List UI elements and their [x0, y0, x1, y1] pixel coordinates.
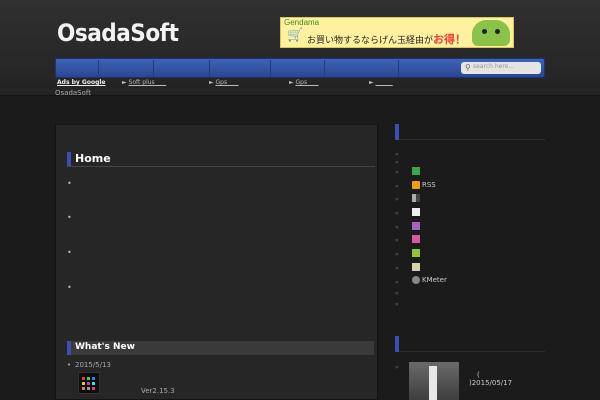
mascot-eye	[482, 29, 487, 34]
banner-text: お買い物するならげん玉経由がお得！	[307, 31, 466, 47]
nav-divider	[153, 60, 154, 77]
sidebar-bullet: »	[395, 364, 399, 371]
rss-icon	[412, 181, 420, 189]
whats-new-heading: What's New	[67, 341, 374, 355]
app-icon	[412, 249, 420, 257]
nav-divider	[324, 60, 325, 77]
app-icon	[412, 194, 420, 202]
sidebar-bullet: »	[395, 183, 399, 190]
sidebar-bullet: »	[395, 265, 399, 272]
sidebar-item-app[interactable]	[412, 249, 422, 259]
nav-divider	[98, 60, 99, 77]
sidebar-bullet: »	[395, 279, 399, 286]
list-item-bullet: •	[67, 179, 72, 188]
subnav-link[interactable]: Ads by Google	[57, 79, 105, 86]
sidebar-item-app[interactable]	[412, 235, 422, 245]
search-icon: ⚲	[465, 63, 471, 72]
cart-icon: 🛒	[287, 28, 304, 43]
subnav-link[interactable]: Gps	[216, 79, 228, 86]
subnav-link[interactable]: Soft plus	[129, 79, 155, 86]
banner-text-deal: お得！	[433, 34, 467, 46]
banner-text-main: お買い物するならげん玉経由が	[307, 35, 434, 45]
android-mascot-icon	[472, 20, 510, 46]
sidebar-bullet: »	[395, 210, 399, 217]
sidebar-bullet: »	[395, 151, 399, 158]
whats-new-title: What's New	[75, 342, 135, 352]
sidebar-bullet: »	[395, 237, 399, 244]
app-icon	[412, 208, 420, 216]
sidebar-bullet: »	[395, 251, 399, 258]
nav-divider	[270, 60, 271, 77]
list-item-bullet: •	[67, 248, 72, 257]
notebook-icon	[412, 263, 420, 271]
sidebar-bullet: »	[395, 169, 399, 176]
sidebar-item-kmeter[interactable]: KMeter	[412, 276, 447, 286]
heading-accent-bar	[67, 341, 71, 355]
site-title[interactable]: OsadaSoft	[57, 19, 179, 47]
sidebar-item-app[interactable]	[412, 194, 422, 204]
subnav-link[interactable]: Gps	[296, 79, 308, 86]
app-icon	[412, 235, 420, 243]
page-title: Home	[75, 152, 111, 165]
whats-new-date: 2015/5/13	[75, 361, 111, 369]
gendama-ad-banner[interactable]: Gendama 🛒 お買い物するならげん玉経由がお得！	[280, 17, 514, 48]
kmeter-icon	[412, 276, 420, 284]
whats-new-bullet: •	[67, 361, 72, 369]
list-item-bullet: •	[67, 283, 72, 292]
heading-accent-bar	[67, 152, 71, 166]
post-thumbnail-image[interactable]	[409, 362, 459, 400]
app-icon	[412, 222, 420, 230]
home-heading: Home	[67, 152, 375, 167]
list-item-bullet: •	[67, 213, 72, 222]
subnav-item-ads[interactable]: Ads by Google	[57, 79, 105, 86]
banner-brand: Gendama	[284, 18, 320, 27]
app-icon	[412, 167, 420, 175]
sidebar-bullet: »	[395, 196, 399, 203]
mascot-eye	[495, 29, 500, 34]
heading-accent-bar	[395, 336, 399, 352]
sidebar-item-label: RSS	[422, 181, 436, 189]
sidebar-bullet: »	[395, 290, 399, 297]
search-input[interactable]: ⚲ search here...	[461, 62, 541, 74]
sidebar-item-app[interactable]	[412, 167, 422, 177]
site-header: OsadaSoft Gendama 🛒 お買い物するならげん玉経由がお得！ ⚲ …	[0, 0, 600, 97]
sidebar-heading	[395, 336, 545, 352]
heading-accent-bar	[395, 124, 399, 140]
nav-divider	[398, 60, 399, 77]
sidebar-heading	[395, 124, 545, 140]
sidebar: » » » » RSS » » » » » » » KMeter » » » (…	[395, 124, 545, 400]
sidebar-bullet: »	[395, 159, 399, 166]
app-thumbnail-icon[interactable]	[78, 372, 100, 394]
sidebar-item-app[interactable]	[412, 208, 422, 218]
sidebar-item-rss[interactable]: RSS	[412, 181, 436, 191]
sidebar-item-app[interactable]	[412, 222, 422, 232]
sidebar-item-app[interactable]	[412, 263, 422, 273]
search-placeholder: search here...	[473, 63, 515, 70]
sidebar-item-label: KMeter	[422, 276, 447, 284]
whats-new-version: Ver2.15.3	[141, 387, 175, 395]
nav-divider	[209, 60, 210, 77]
subnav-item-soft-plus[interactable]: ► Soft plus	[122, 79, 166, 86]
breadcrumb[interactable]: OsadaSoft	[55, 89, 91, 97]
sidebar-bullet: »	[395, 224, 399, 231]
sidebar-post-date: )2015/05/17	[469, 379, 513, 387]
sidebar-post-paren: (	[477, 371, 480, 379]
subnav-item-gps[interactable]: ► Gps	[209, 79, 239, 86]
subnav-item-gps-2[interactable]: ► Gps	[289, 79, 319, 86]
subnav-item-unnamed[interactable]: ►	[369, 79, 393, 86]
sidebar-bullet: »	[395, 301, 399, 308]
main-content: Home • • • • What's New • 2015/5/13 Ver2…	[55, 124, 378, 400]
main-navbar: ⚲ search here...	[55, 58, 545, 78]
thumbnail-post-shape	[429, 366, 437, 400]
